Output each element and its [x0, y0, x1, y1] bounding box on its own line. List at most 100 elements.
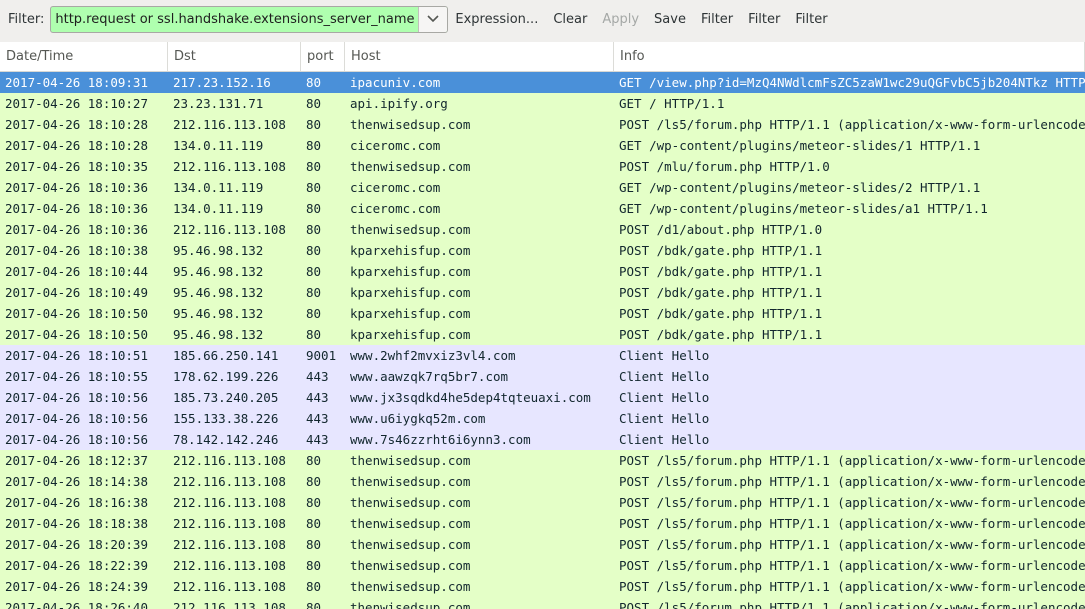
cell-datetime: 2017-04-26 18:10:56 [5, 411, 148, 426]
packet-row[interactable]: 2017-04-26 18:10:56 78.142.142.246 443 www.… [0, 429, 1085, 450]
apply-button[interactable]: Apply [602, 12, 639, 27]
cell-info: Client Hello [619, 390, 710, 405]
packet-row[interactable]: 2017-04-26 18:18:38 212.116.113.108 80 then… [0, 513, 1085, 534]
packet-row[interactable]: 2017-04-26 18:10:35 212.116.113.108 80 then… [0, 156, 1085, 177]
cell-info: Client Hello [619, 348, 710, 363]
cell-datetime: 2017-04-26 18:20:39 [5, 537, 148, 552]
cell-info: GET / HTTP/1.1 [619, 96, 725, 111]
cell-dst: 212.116.113.108 [173, 537, 286, 552]
cell-host: ciceromc.com [350, 201, 441, 216]
cell-datetime: 2017-04-26 18:10:38 [5, 243, 148, 258]
filter-button-3[interactable]: Filter [795, 12, 827, 27]
cell-dst: 217.23.152.16 [173, 75, 271, 90]
packet-row[interactable]: 2017-04-26 18:10:28 134.0.11.119 80 cicerom… [0, 135, 1085, 156]
cell-port: 443 [306, 369, 329, 384]
cell-dst: 134.0.11.119 [173, 138, 264, 153]
cell-host: thenwisedsup.com [350, 558, 471, 573]
cell-dst: 95.46.98.132 [173, 264, 264, 279]
packet-row[interactable]: 2017-04-26 18:10:28 212.116.113.108 80 then… [0, 114, 1085, 135]
cell-port: 80 [306, 537, 322, 552]
expression-button[interactable]: Expression... [455, 12, 538, 27]
packet-row[interactable]: 2017-04-26 18:10:56 185.73.240.205 443 www.… [0, 387, 1085, 408]
cell-host: kparxehisfup.com [350, 285, 471, 300]
cell-datetime: 2017-04-26 18:10:36 [5, 222, 148, 237]
cell-info: POST /mlu/forum.php HTTP/1.0 [619, 159, 830, 174]
cell-datetime: 2017-04-26 18:10:56 [5, 390, 148, 405]
filter-history-dropdown[interactable] [418, 6, 448, 32]
cell-dst: 212.116.113.108 [173, 222, 286, 237]
column-header-datetime[interactable]: Date/Time [0, 42, 168, 71]
cell-info: POST /bdk/gate.php HTTP/1.1 [619, 306, 823, 321]
cell-info: POST /ls5/forum.php HTTP/1.1 (applicatio… [619, 453, 1085, 468]
cell-dst: 212.116.113.108 [173, 558, 286, 573]
cell-datetime: 2017-04-26 18:10:28 [5, 138, 148, 153]
packet-row[interactable]: 2017-04-26 18:10:51 185.66.250.141 9001 www… [0, 345, 1085, 366]
packet-row[interactable]: 2017-04-26 18:10:50 95.46.98.132 80 kparxeh… [0, 303, 1085, 324]
cell-dst: 185.73.240.205 [173, 390, 279, 405]
cell-host: thenwisedsup.com [350, 474, 471, 489]
cell-info: GET /wp-content/plugins/meteor-slides/a1… [619, 201, 988, 216]
packet-row[interactable]: 2017-04-26 18:24:39 212.116.113.108 80 then… [0, 576, 1085, 597]
cell-datetime: 2017-04-26 18:10:36 [5, 201, 148, 216]
column-header-info[interactable]: Info [614, 42, 1085, 71]
packet-row[interactable]: 2017-04-26 18:10:56 155.133.38.226 443 www.… [0, 408, 1085, 429]
packet-row[interactable]: 2017-04-26 18:10:27 23.23.131.71 80 api.ipi… [0, 93, 1085, 114]
packet-row[interactable]: 2017-04-26 18:26:40 212.116.113.108 80 then… [0, 597, 1085, 609]
cell-port: 80 [306, 453, 322, 468]
cell-datetime: 2017-04-26 18:10:36 [5, 180, 148, 195]
save-button[interactable]: Save [654, 12, 686, 27]
cell-info: GET /wp-content/plugins/meteor-slides/2 … [619, 180, 981, 195]
display-filter-input[interactable] [51, 6, 419, 32]
filter-toolbar: Filter: Expression... Clear Apply Save F… [0, 0, 1085, 38]
cell-dst: 212.116.113.108 [173, 117, 286, 132]
cell-datetime: 2017-04-26 18:16:38 [5, 495, 148, 510]
cell-info: POST /ls5/forum.php HTTP/1.1 (applicatio… [619, 117, 1085, 132]
packet-row[interactable]: 2017-04-26 18:10:50 95.46.98.132 80 kparxeh… [0, 324, 1085, 345]
cell-port: 443 [306, 390, 329, 405]
cell-dst: 78.142.142.246 [173, 432, 279, 447]
packet-row[interactable]: 2017-04-26 18:20:39 212.116.113.108 80 then… [0, 534, 1085, 555]
cell-host: www.jx3sqdkd4he5dep4tqteuaxi.com [350, 390, 591, 405]
column-header-host[interactable]: Host [345, 42, 614, 71]
cell-port: 80 [306, 243, 322, 258]
cell-host: kparxehisfup.com [350, 306, 471, 321]
cell-info: GET /wp-content/plugins/meteor-slides/1 … [619, 138, 981, 153]
packet-row[interactable]: 2017-04-26 18:10:38 95.46.98.132 80 kparxeh… [0, 240, 1085, 261]
packet-row[interactable]: 2017-04-26 18:10:36 134.0.11.119 80 cicerom… [0, 198, 1085, 219]
cell-info: POST /ls5/forum.php HTTP/1.1 (applicatio… [619, 474, 1085, 489]
cell-dst: 212.116.113.108 [173, 516, 286, 531]
cell-datetime: 2017-04-26 18:10:49 [5, 285, 148, 300]
packet-row[interactable]: 2017-04-26 18:10:44 95.46.98.132 80 kparxeh… [0, 261, 1085, 282]
clear-button[interactable]: Clear [553, 12, 587, 27]
cell-datetime: 2017-04-26 18:10:51 [5, 348, 148, 363]
cell-info: POST /bdk/gate.php HTTP/1.1 [619, 243, 823, 258]
cell-port: 80 [306, 96, 322, 111]
cell-dst: 95.46.98.132 [173, 327, 264, 342]
packet-row[interactable]: 2017-04-26 18:10:36 212.116.113.108 80 then… [0, 219, 1085, 240]
packet-row[interactable]: 2017-04-26 18:10:55 178.62.199.226 443 www.… [0, 366, 1085, 387]
packet-row[interactable]: 2017-04-26 18:22:39 212.116.113.108 80 then… [0, 555, 1085, 576]
packet-row[interactable]: 2017-04-26 18:14:38 212.116.113.108 80 then… [0, 471, 1085, 492]
cell-port: 80 [306, 264, 322, 279]
cell-port: 80 [306, 327, 322, 342]
cell-datetime: 2017-04-26 18:12:37 [5, 453, 148, 468]
column-header-dst[interactable]: Dst [168, 42, 301, 71]
packet-row[interactable]: 2017-04-26 18:16:38 212.116.113.108 80 then… [0, 492, 1085, 513]
cell-datetime: 2017-04-26 18:18:38 [5, 516, 148, 531]
cell-dst: 212.116.113.108 [173, 600, 286, 609]
cell-info: POST /ls5/forum.php HTTP/1.1 (applicatio… [619, 516, 1085, 531]
filter-button-2[interactable]: Filter [748, 12, 780, 27]
packet-list: Date/Time Dst port Host Info 2017-04-26 … [0, 42, 1085, 609]
cell-info: POST /ls5/forum.php HTTP/1.1 (applicatio… [619, 600, 1085, 609]
filter-button-1[interactable]: Filter [701, 12, 733, 27]
column-header-port[interactable]: port [301, 42, 345, 71]
cell-port: 443 [306, 411, 329, 426]
cell-dst: 212.116.113.108 [173, 474, 286, 489]
cell-dst: 212.116.113.108 [173, 159, 286, 174]
packet-row[interactable]: 2017-04-26 18:10:36 134.0.11.119 80 cicerom… [0, 177, 1085, 198]
cell-host: thenwisedsup.com [350, 516, 471, 531]
packet-row[interactable]: 2017-04-26 18:09:31 217.23.152.16 80 ipacun… [0, 72, 1085, 93]
cell-info: POST /bdk/gate.php HTTP/1.1 [619, 327, 823, 342]
packet-row[interactable]: 2017-04-26 18:10:49 95.46.98.132 80 kparxeh… [0, 282, 1085, 303]
packet-row[interactable]: 2017-04-26 18:12:37 212.116.113.108 80 then… [0, 450, 1085, 471]
